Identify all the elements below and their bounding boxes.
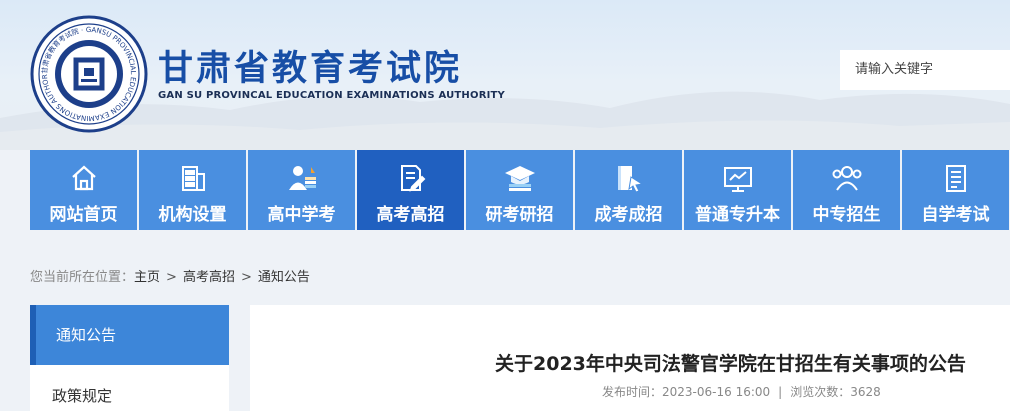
views-label: 浏览次数： — [790, 385, 851, 399]
nav-item-secondary-vocational[interactable]: 中专招生 — [793, 150, 900, 230]
home-icon — [66, 162, 102, 194]
breadcrumb-current[interactable]: 通知公告 — [258, 270, 310, 285]
users-icon — [829, 162, 865, 194]
building-icon — [175, 162, 211, 194]
logo-emblem: 甘肃省教育考试院 · GANSU PROVINCIAL EDUCATION EX… — [30, 15, 148, 133]
nav-item-self-study[interactable]: 自学考试 — [902, 150, 1009, 230]
nav-item-postgraduate[interactable]: 研考研招 — [466, 150, 573, 230]
nav-label: 研考研招 — [485, 205, 554, 225]
book-pointer-icon — [611, 162, 647, 194]
breadcrumb-link-gaokao[interactable]: 高考高招 — [183, 270, 235, 285]
nav-label: 成考成招 — [594, 205, 663, 225]
article-title: 关于2023年中央司法警官学院在甘招生有关事项的公告 — [495, 353, 966, 375]
published-time: 2023-06-16 16:00 — [662, 385, 771, 399]
nav-item-home[interactable]: 网站首页 — [30, 150, 137, 230]
nav-label: 机构设置 — [158, 205, 227, 225]
nav-label: 网站首页 — [49, 205, 118, 225]
student-icon — [284, 162, 320, 194]
breadcrumb-prefix: 您当前所在位置： — [30, 270, 135, 285]
presentation-board-icon — [720, 162, 756, 194]
nav-label: 高考高招 — [376, 205, 445, 225]
graduation-cap-icon — [502, 162, 538, 194]
nav-item-gaokao[interactable]: 高考高招 — [357, 150, 464, 230]
sidebar-item-notices[interactable]: 通知公告 — [30, 305, 229, 365]
nav-label: 中专招生 — [812, 205, 881, 225]
breadcrumb: 您当前所在位置：主页 > 高考高招 > 通知公告 — [30, 266, 310, 285]
sidebar-item-policies[interactable]: 政策规定 — [30, 365, 229, 411]
published-label: 发布时间： — [602, 385, 663, 399]
breadcrumb-separator: > — [166, 270, 177, 285]
breadcrumb-separator: > — [240, 270, 252, 285]
document-pen-icon — [393, 162, 429, 194]
nav-item-high-school-exam[interactable]: 高中学考 — [248, 150, 355, 230]
search-input[interactable] — [840, 50, 1010, 90]
site-subtitle: GAN SU PROVINCAL EDUCATION EXAMINATIONS … — [158, 90, 505, 101]
article-panel: 关于2023年中央司法警官学院在甘招生有关事项的公告 发布时间：2023-06-… — [250, 305, 1010, 411]
site-header: 甘肃省教育考试院 · GANSU PROVINCIAL EDUCATION EX… — [0, 0, 1010, 150]
site-title: 甘肃省教育考试院 — [158, 49, 463, 89]
views-count: 3628 — [850, 385, 881, 399]
main-nav: 网站首页 机构设置 高中学考 高考高招 研考研招 成考成招 普通专升本 中专招生… — [30, 150, 1010, 230]
nav-item-adult-exam[interactable]: 成考成招 — [575, 150, 682, 230]
nav-label: 普通专升本 — [695, 205, 780, 225]
nav-item-organization[interactable]: 机构设置 — [139, 150, 246, 230]
meta-separator: | — [778, 385, 783, 399]
article-meta: 发布时间：2023-06-16 16:00 | 浏览次数：3628 — [602, 383, 881, 400]
clipboard-list-icon — [938, 162, 974, 194]
nav-item-upgrade[interactable]: 普通专升本 — [684, 150, 791, 230]
breadcrumb-link-home[interactable]: 主页 — [134, 270, 160, 285]
nav-label: 自学考试 — [921, 205, 990, 225]
nav-label: 高中学考 — [267, 205, 336, 225]
